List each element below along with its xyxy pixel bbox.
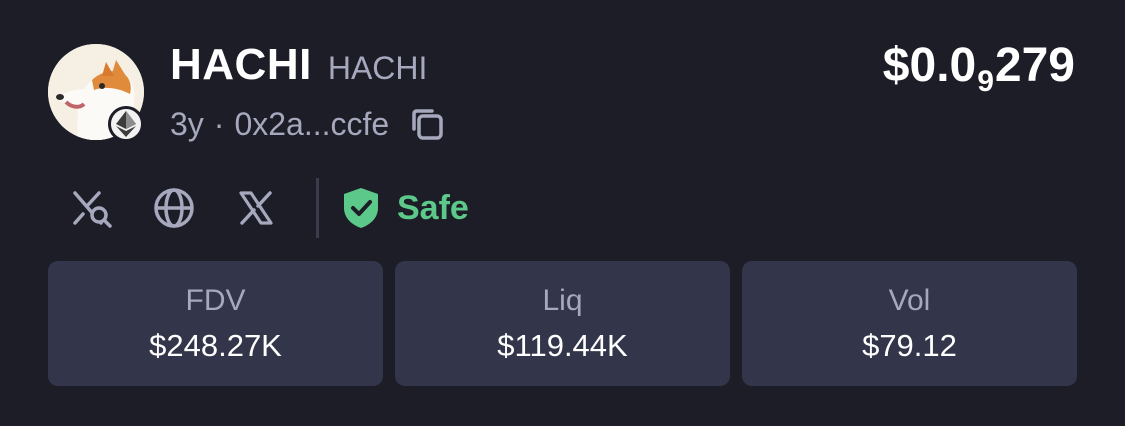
ethereum-icon — [108, 106, 144, 142]
stat-card-liq: Liq $119.44K — [395, 261, 730, 386]
links-divider — [316, 178, 319, 238]
meta-separator: · — [213, 105, 225, 142]
price-digits: 279 — [994, 39, 1075, 92]
stat-label: Liq — [542, 283, 583, 317]
token-name-row: HACHI HACHI — [170, 40, 427, 90]
price-zero-count: 9 — [977, 65, 994, 98]
globe-icon — [154, 188, 194, 228]
x-search-link[interactable] — [70, 186, 114, 230]
stat-card-fdv: FDV $248.27K — [48, 261, 383, 386]
stat-value: $248.27K — [149, 327, 282, 363]
token-symbol: HACHI — [327, 50, 428, 86]
price-prefix: $0.0 — [882, 39, 977, 92]
copy-address-button[interactable] — [407, 104, 447, 144]
safety-status[interactable]: Safe — [341, 186, 469, 230]
token-name: HACHI — [170, 40, 312, 89]
x-search-icon — [73, 191, 112, 228]
token-meta-row: 3y · 0x2a...ccfe — [170, 104, 447, 144]
website-link[interactable] — [152, 186, 196, 230]
stat-card-vol: Vol $79.12 — [742, 261, 1077, 386]
token-age: 3y — [170, 105, 204, 142]
stat-label: Vol — [888, 283, 931, 317]
copy-icon — [412, 109, 443, 140]
contract-address: 0x2a...ccfe — [234, 105, 390, 142]
token-price: $0.09279 — [883, 38, 1075, 99]
stat-value: $79.12 — [862, 327, 957, 363]
x-link[interactable] — [234, 186, 278, 230]
links-row: Safe — [70, 178, 469, 238]
stat-value: $119.44K — [497, 327, 628, 363]
shield-check-icon — [344, 188, 378, 228]
stat-label: FDV — [185, 283, 246, 317]
stats-row: FDV $248.27K Liq $119.44K Vol $79.12 — [48, 261, 1077, 386]
x-logo-icon — [239, 191, 273, 225]
safety-label: Safe — [397, 188, 469, 227]
